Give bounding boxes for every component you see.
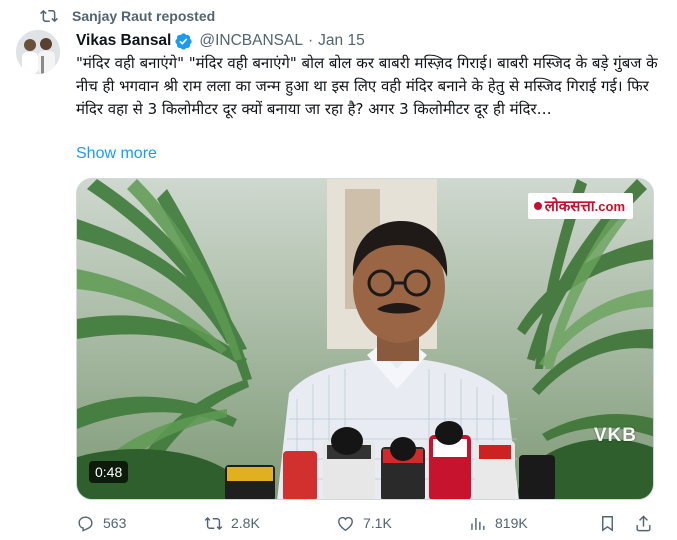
- repost-label: Sanjay Raut reposted: [72, 8, 216, 24]
- repost-header[interactable]: Sanjay Raut reposted: [40, 6, 215, 26]
- repost-count: 2.8K: [231, 515, 260, 531]
- tweet-text: "मंदिर वही बनाएंगे" "मंदिर वही बनाएंगे" …: [76, 54, 658, 118]
- news-channel-logo: लोकसत्ता .com: [527, 193, 633, 219]
- logo-mark-icon: [533, 202, 542, 210]
- analytics-icon: [471, 517, 485, 530]
- author-handle[interactable]: @INCBANSAL: [199, 32, 303, 50]
- video-player[interactable]: लोकसत्ता .com VKB 0:48: [76, 178, 654, 500]
- bookmark-icon: [602, 515, 613, 532]
- reply-icon: [78, 515, 93, 532]
- repost-button[interactable]: 2.8K: [204, 514, 260, 533]
- video-frame: [77, 179, 653, 499]
- like-count: 7.1K: [363, 515, 392, 531]
- bookmark-button[interactable]: [598, 514, 625, 533]
- share-icon: [636, 514, 651, 531]
- repost-icon: [40, 7, 58, 25]
- header-separator: ·: [307, 32, 314, 49]
- tweet-header: Vikas Bansal @INCBANSAL · Jan 15: [76, 30, 365, 52]
- views-button[interactable]: 819K: [468, 514, 528, 533]
- avatar[interactable]: [16, 30, 60, 74]
- heart-icon: [338, 516, 353, 531]
- logo-text: लोकसत्ता: [544, 197, 595, 215]
- tweet-action-bar: 563 2.8K 7.1K 819K: [76, 512, 656, 534]
- logo-domain: .com: [594, 198, 625, 214]
- show-more-link[interactable]: Show more: [76, 145, 157, 163]
- reply-button[interactable]: 563: [76, 514, 126, 533]
- author-name[interactable]: Vikas Bansal: [76, 32, 171, 50]
- reply-count: 563: [103, 515, 127, 531]
- video-duration-badge: 0:48: [89, 461, 129, 483]
- video-watermark: VKB: [593, 425, 637, 446]
- verified-badge-icon[interactable]: [174, 32, 193, 51]
- share-button[interactable]: [634, 514, 661, 533]
- tweet-date[interactable]: Jan 15: [318, 32, 365, 50]
- view-count: 819K: [495, 515, 528, 531]
- repost-action-icon: [204, 516, 223, 530]
- like-button[interactable]: 7.1K: [336, 514, 392, 533]
